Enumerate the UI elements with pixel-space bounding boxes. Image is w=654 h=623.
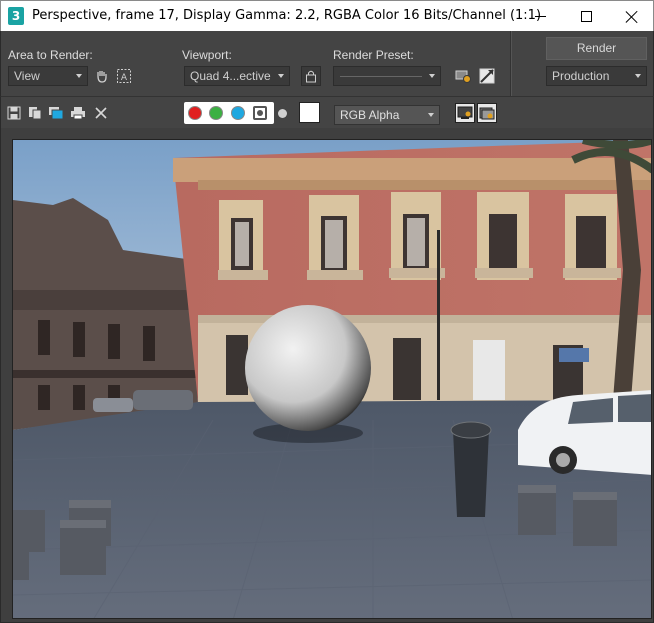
minimize-icon	[534, 16, 546, 17]
hand-icon	[97, 71, 107, 83]
maximize-icon	[580, 11, 592, 22]
hand-pan-button[interactable]	[93, 67, 111, 85]
render-settings-panel: Area to Render: View A Viewport: Quad 4.…	[0, 31, 654, 96]
monochrome-toggle[interactable]	[278, 109, 287, 118]
green-channel-toggle[interactable]	[209, 106, 223, 120]
blue-channel-toggle[interactable]	[231, 106, 245, 120]
render-setup-button[interactable]	[455, 67, 473, 85]
alpha-channel-toggle[interactable]	[253, 106, 267, 120]
red-channel-toggle[interactable]	[188, 106, 202, 120]
copy-button[interactable]	[27, 105, 43, 121]
chevron-down-icon	[76, 74, 82, 78]
clear-icon	[95, 107, 107, 119]
lock-icon	[306, 70, 316, 83]
render-setup-icon	[455, 70, 471, 83]
save-icon	[7, 106, 21, 120]
render-button[interactable]: Render	[546, 37, 647, 60]
panel-divider	[510, 31, 512, 96]
chevron-down-icon	[278, 74, 284, 78]
copy-icon	[29, 107, 42, 120]
channel-toggles	[184, 102, 274, 124]
clone-button[interactable]	[48, 105, 64, 121]
render-viewport	[0, 128, 654, 623]
viewport-dropdown[interactable]: Quad 4...ective	[184, 66, 290, 86]
close-icon	[625, 10, 639, 24]
show-frame-window-button[interactable]	[455, 103, 475, 123]
color-swatch[interactable]	[299, 102, 320, 123]
render-preset-dropdown[interactable]	[333, 66, 441, 86]
print-button[interactable]	[70, 105, 86, 121]
frame-history-button[interactable]	[477, 103, 497, 123]
lock-viewport-button[interactable]	[301, 66, 321, 86]
rendered-image[interactable]	[12, 139, 652, 619]
show-frame-window-icon	[457, 106, 473, 119]
environment-icon	[479, 68, 495, 84]
chevron-down-icon	[428, 113, 434, 117]
environment-effects-button[interactable]	[478, 67, 496, 85]
display-channel-dropdown[interactable]: RGB Alpha	[334, 105, 440, 125]
rendered-scene	[13, 140, 651, 618]
maximize-button[interactable]	[563, 1, 609, 32]
clear-button[interactable]	[93, 105, 109, 121]
close-button[interactable]	[609, 1, 654, 32]
render-preset-label: Render Preset:	[333, 48, 414, 62]
chevron-down-icon	[635, 74, 641, 78]
production-value: Production	[552, 69, 610, 83]
clone-icon	[49, 107, 64, 120]
svg-text:A: A	[121, 73, 128, 83]
frame-buffer-toolbar: RGB Alpha	[0, 96, 654, 128]
window-title: Perspective, frame 17, Display Gamma: 2.…	[32, 8, 542, 23]
chevron-down-icon	[429, 74, 435, 78]
auto-region-button[interactable]: A	[115, 67, 133, 85]
area-to-render-dropdown[interactable]: View	[8, 66, 88, 86]
production-dropdown[interactable]: Production	[546, 66, 647, 86]
display-channel-value: RGB Alpha	[340, 108, 400, 122]
viewport-value: Quad 4...ective	[190, 69, 271, 83]
minimize-button[interactable]	[517, 1, 563, 32]
viewport-label: Viewport:	[182, 48, 232, 62]
area-to-render-value: View	[14, 69, 40, 83]
area-to-render-label: Area to Render:	[8, 48, 93, 62]
save-button[interactable]	[6, 105, 22, 121]
region-select-icon: A	[117, 69, 131, 83]
app-icon: 3	[8, 7, 24, 25]
print-icon	[71, 107, 85, 120]
title-bar: 3 Perspective, frame 17, Display Gamma: …	[0, 0, 654, 31]
frame-history-icon	[479, 107, 495, 120]
